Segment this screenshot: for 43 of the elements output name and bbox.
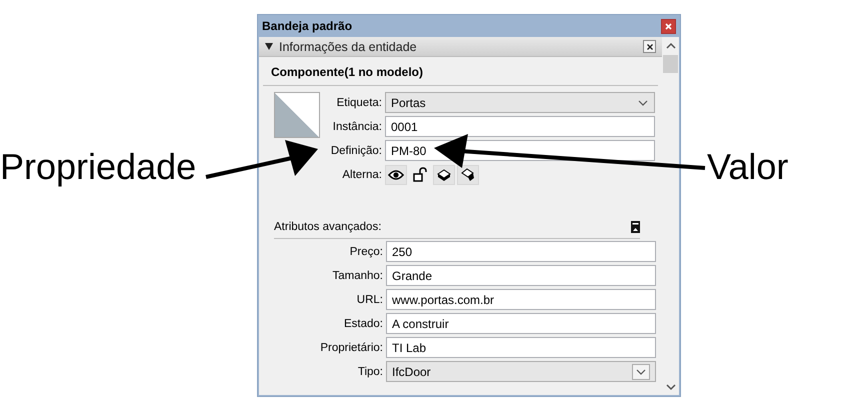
shadow-receive-icon: [437, 168, 451, 182]
shadow-cast-icon: [461, 168, 475, 182]
field-label: Preço:: [348, 246, 384, 258]
dropdown[interactable]: Portas: [385, 92, 655, 113]
callout-label: Propriedade: [0, 146, 196, 188]
panel-title: Informações da entidade: [279, 40, 417, 54]
input-field[interactable]: 0001: [385, 116, 655, 137]
close-icon: [646, 44, 652, 50]
callout-label: Valor: [707, 146, 788, 188]
input-field[interactable]: A construir: [386, 313, 656, 334]
field-label: Alterna:: [341, 168, 383, 180]
field-label: Tamanho:: [331, 270, 384, 282]
component-thumbnail: [274, 92, 320, 138]
toggle-button[interactable]: [433, 164, 455, 184]
chevron-down-icon: [632, 364, 650, 380]
padlock-icon: [413, 167, 427, 182]
window-title: Bandeja padrão: [262, 19, 352, 33]
field-label: URL:: [356, 294, 384, 306]
input-field[interactable]: TI Lab: [386, 337, 656, 358]
panel-header[interactable]: Informações da entidade: [259, 37, 662, 57]
scroll-up-icon[interactable]: [666, 42, 676, 50]
field-label: Definição:: [330, 144, 383, 156]
collapse-icon[interactable]: [631, 221, 640, 233]
close-button[interactable]: [661, 18, 676, 34]
close-icon: [665, 22, 672, 30]
field-label: Etiqueta:: [336, 96, 383, 108]
dropdown[interactable]: IfcDoor: [386, 361, 656, 382]
component-heading: Componente(1 no modelo): [271, 65, 424, 79]
input-field[interactable]: Grande: [386, 265, 656, 286]
scroll-down-icon[interactable]: [666, 383, 676, 391]
toggle-button[interactable]: [457, 164, 479, 184]
chevron-down-icon: [637, 98, 649, 106]
section-title: Atributos avançados:: [274, 221, 382, 233]
field-label: Proprietário:: [319, 342, 384, 354]
scroll-thumb[interactable]: [663, 55, 678, 73]
close-button[interactable]: [643, 40, 656, 53]
field-label: Tipo:: [356, 366, 384, 378]
eye-icon: [388, 168, 404, 180]
input-field[interactable]: 250: [386, 241, 656, 262]
toggle-button[interactable]: [385, 164, 407, 184]
input-field[interactable]: www.portas.com.br: [386, 289, 656, 310]
field-label: Instância:: [332, 120, 383, 132]
field-label: Estado:: [343, 318, 384, 330]
